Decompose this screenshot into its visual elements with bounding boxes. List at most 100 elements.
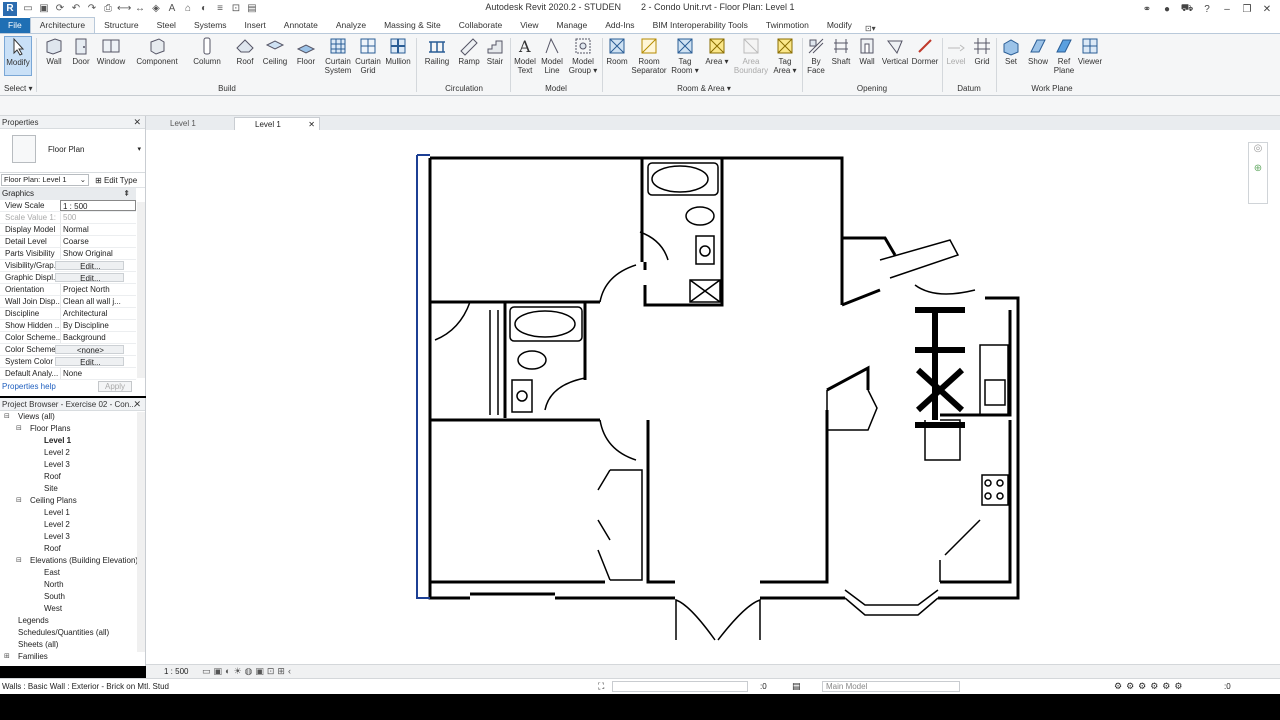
component-tool[interactable]: Component — [134, 36, 180, 66]
tag-icon[interactable]: ◈ — [149, 3, 163, 15]
browser-item[interactable]: Level 1 — [0, 435, 145, 447]
restore-icon[interactable]: ❐ — [1240, 4, 1254, 15]
browser-item[interactable]: ⊞ Families — [0, 651, 145, 663]
tab-twinmotion[interactable]: Twinmotion — [757, 18, 818, 33]
instance-filter[interactable]: Floor Plan: Level 1 ⌄ — [1, 174, 89, 186]
sync-icon[interactable]: ⟳ — [53, 3, 67, 15]
vertical-tool[interactable]: Vertical — [880, 36, 910, 66]
browser-item[interactable]: Level 2 — [0, 519, 145, 531]
area-boundary-tool[interactable]: Area Boundary — [732, 36, 770, 75]
worksets-icon[interactable]: ⛶ — [598, 681, 604, 692]
save-icon[interactable]: ▣ — [37, 3, 51, 15]
property-row[interactable]: Graphic Displ... Edit... — [0, 272, 136, 284]
tab-massing-site[interactable]: Massing & Site — [375, 18, 450, 33]
browser-item[interactable]: Level 3 — [0, 531, 145, 543]
type-selector[interactable]: Floor Plan ▾ — [0, 129, 145, 173]
browser-scrollbar[interactable] — [137, 412, 145, 652]
modify-tool[interactable]: Modify — [4, 36, 32, 76]
tab-add-ins[interactable]: Add-Ins — [596, 18, 643, 33]
tab-insert[interactable]: Insert — [236, 18, 275, 33]
property-row[interactable]: Orientation Project North — [0, 284, 136, 296]
tab-systems[interactable]: Systems — [185, 18, 236, 33]
tab-analyze[interactable]: Analyze — [327, 18, 375, 33]
browser-item[interactable]: Level 2 — [0, 447, 145, 459]
revit-logo[interactable]: R — [3, 2, 17, 16]
grid-tool[interactable]: Grid — [970, 36, 994, 66]
tag-room-tool[interactable]: Tag Room ▾ — [670, 36, 700, 75]
dormer-tool[interactable]: Dormer — [910, 36, 940, 66]
curtain-grid-tool[interactable]: Curtain Grid — [354, 36, 382, 75]
tab-architecture[interactable]: Architecture — [29, 17, 96, 33]
viewer-tool[interactable]: Viewer — [1076, 36, 1104, 66]
area-tool[interactable]: Area ▾ — [704, 36, 730, 66]
drawing-canvas[interactable]: ◎ ⊕ — [146, 130, 1280, 664]
browser-item[interactable]: Sheets (all) — [0, 639, 145, 651]
browser-item[interactable]: ⊟ Elevations (Building Elevation) — [0, 555, 145, 567]
section-icon[interactable]: ◐ — [197, 3, 211, 15]
workset-field[interactable] — [612, 681, 748, 692]
room-area-group-label[interactable]: Room & Area ▾ — [604, 84, 804, 93]
property-value[interactable]: Clean all wall j... — [60, 296, 136, 307]
graphics-section[interactable]: Graphics ⇞ — [0, 188, 136, 200]
expand-icon[interactable]: ⊞ — [4, 651, 10, 663]
browser-item[interactable]: West — [0, 603, 145, 615]
property-value[interactable]: 1 : 500 — [60, 200, 136, 211]
tab-annotate[interactable]: Annotate — [275, 18, 327, 33]
property-value[interactable]: <none> — [54, 345, 124, 354]
browser-item[interactable]: South — [0, 591, 145, 603]
3d-view-icon[interactable]: ⌂ — [181, 3, 195, 15]
cart-icon[interactable]: ⛟ — [1180, 3, 1194, 16]
close-icon[interactable]: ✕ — [1260, 4, 1274, 15]
property-row[interactable]: System Color ...Edit... — [0, 356, 136, 368]
tab-modify[interactable]: Modify — [818, 18, 861, 33]
wall-tool[interactable]: Wall — [42, 36, 66, 66]
minimize-icon[interactable]: – — [1220, 4, 1234, 15]
property-value[interactable]: 500 — [60, 212, 136, 223]
room-tool[interactable]: Room — [604, 36, 630, 66]
zoom-icon[interactable]: ⊕ — [1249, 163, 1267, 183]
tab-manage[interactable]: Manage — [548, 18, 597, 33]
ribbon-minimize-icon[interactable]: ⊡▾ — [861, 24, 880, 33]
open-icon[interactable]: ▭ — [21, 3, 35, 15]
steering-wheel-icon[interactable]: ◎ — [1249, 143, 1267, 163]
browser-item[interactable]: Roof — [0, 543, 145, 555]
property-row[interactable]: Show Hidden ... By Discipline — [0, 320, 136, 332]
chevron-down-icon[interactable]: ▾ — [137, 145, 141, 153]
property-row[interactable]: View Scale 1 : 500 — [0, 200, 136, 212]
selection-settings-icons[interactable]: ⚙⚙⚙⚙⚙⚙ — [1114, 681, 1186, 692]
model-text-tool[interactable]: A Model Text — [512, 36, 538, 75]
show-tool[interactable]: Show — [1025, 36, 1051, 66]
level-tool[interactable]: Level — [944, 36, 968, 66]
ramp-tool[interactable]: Ramp — [456, 36, 482, 66]
property-row[interactable]: Discipline Architectural — [0, 308, 136, 320]
wall-opening-tool[interactable]: Wall — [856, 36, 878, 66]
browser-item[interactable]: Site — [0, 483, 145, 495]
undo-icon[interactable]: ↶ — [69, 3, 83, 15]
door-tool[interactable]: Door — [70, 36, 92, 66]
property-row[interactable]: Wall Join Disp... Clean all wall j... — [0, 296, 136, 308]
tab-steel[interactable]: Steel — [148, 18, 185, 33]
collapse-icon[interactable]: ⊟ — [16, 423, 22, 435]
browser-item[interactable]: Roof — [0, 471, 145, 483]
tag-area-tool[interactable]: Tag Area ▾ — [772, 36, 798, 75]
tab-bim-interoperability-tools[interactable]: BIM Interoperability Tools — [644, 18, 757, 33]
measure-icon[interactable]: ⟷ — [117, 3, 131, 15]
properties-help-link[interactable]: Properties help — [2, 382, 56, 391]
property-value[interactable]: Coarse — [60, 236, 136, 247]
property-row[interactable]: Display Model Normal — [0, 224, 136, 236]
main-model-field[interactable]: Main Model — [822, 681, 960, 692]
model-line-tool[interactable]: Model Line — [539, 36, 565, 75]
apply-button[interactable]: Apply — [98, 381, 132, 392]
close-icon[interactable]: ✕ — [133, 398, 141, 411]
browser-item[interactable]: Legends — [0, 615, 145, 627]
property-row[interactable]: Default Analy... None — [0, 368, 136, 380]
property-value[interactable]: By Discipline — [60, 320, 136, 331]
browser-item[interactable]: Level 3 — [0, 459, 145, 471]
property-value[interactable]: Edit... — [54, 273, 124, 282]
tab-level-1-active[interactable]: Level 1 ✕ — [234, 117, 320, 130]
browser-item[interactable]: ⊟ Views (all) — [0, 411, 145, 423]
property-value[interactable]: Background — [60, 332, 136, 343]
window-tool[interactable]: Window — [95, 36, 127, 66]
browser-item[interactable]: Schedules/Quantities (all) — [0, 627, 145, 639]
collapse-icon[interactable]: ⊟ — [16, 555, 22, 567]
